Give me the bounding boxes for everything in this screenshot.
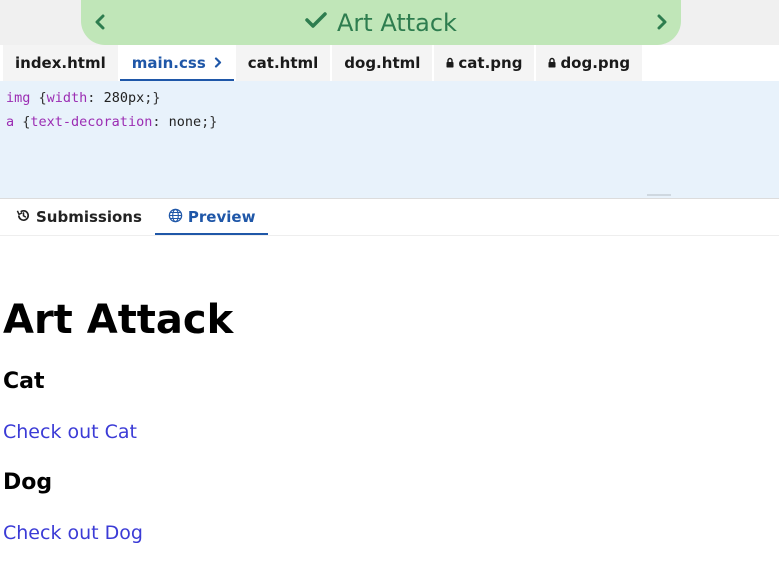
tab-cat-html[interactable]: cat.html	[235, 45, 331, 81]
link-cat[interactable]: Check out Cat	[3, 420, 137, 444]
tab-index-html[interactable]: index.html	[3, 45, 118, 81]
tab-preview[interactable]: Preview	[154, 199, 269, 235]
lock-icon	[548, 54, 556, 72]
tab-label: cat.html	[247, 54, 319, 72]
tab-label: Submissions	[36, 208, 142, 226]
code-line: a {text-decoration: none;}	[6, 110, 773, 134]
css-brace-close: ;}	[144, 90, 161, 106]
chevron-right-icon[interactable]	[214, 54, 222, 72]
css-property: width	[46, 90, 88, 106]
css-value: none	[168, 114, 202, 130]
globe-icon	[168, 208, 183, 227]
tab-dog-html[interactable]: dog.html	[332, 45, 433, 81]
lock-icon	[446, 54, 454, 72]
tab-main-css[interactable]: main.css	[119, 45, 234, 81]
css-colon: :	[87, 90, 104, 106]
code-editor[interactable]: img {width: 280px;} a {text-decoration: …	[0, 81, 779, 199]
code-line: img {width: 280px;}	[6, 86, 773, 110]
tab-label: index.html	[15, 54, 106, 72]
title-pill: Art Attack	[81, 0, 681, 45]
preview-pane: Art Attack Cat Check out Cat Dog Check o…	[0, 296, 779, 545]
file-tabs: index.html main.css cat.html dog.html ca…	[0, 45, 779, 81]
check-icon	[305, 11, 327, 34]
css-brace-close: ;}	[201, 114, 218, 130]
chevron-left-icon[interactable]	[89, 11, 111, 33]
css-selector: a	[6, 114, 15, 130]
top-bar: Art Attack	[0, 0, 779, 45]
page-title: Art Attack	[337, 8, 457, 37]
history-icon	[16, 208, 31, 227]
section-title-dog: Dog	[3, 470, 53, 495]
panel-tabs: Submissions Preview	[0, 199, 779, 236]
preview-heading: Art Attack	[3, 297, 234, 343]
css-brace-open: {	[30, 90, 47, 106]
css-value: 280px	[103, 90, 145, 106]
css-selector: img	[6, 90, 31, 106]
tab-label: main.css	[131, 54, 206, 72]
link-dog[interactable]: Check out Dog	[3, 521, 143, 545]
css-brace-open: {	[14, 114, 31, 130]
resize-handle[interactable]	[647, 194, 671, 196]
tab-label: cat.png	[458, 54, 523, 72]
title-group: Art Attack	[305, 9, 457, 37]
tab-label: Preview	[187, 208, 256, 226]
tab-label: dog.html	[344, 54, 421, 72]
chevron-right-icon[interactable]	[651, 11, 673, 33]
css-colon: :	[152, 114, 169, 130]
tab-cat-png[interactable]: cat.png	[434, 45, 535, 81]
section-title-cat: Cat	[3, 369, 45, 394]
css-property: text-decoration	[30, 114, 153, 130]
tab-submissions[interactable]: Submissions	[3, 199, 155, 235]
tab-dog-png[interactable]: dog.png	[536, 45, 643, 81]
tab-label: dog.png	[560, 54, 631, 72]
